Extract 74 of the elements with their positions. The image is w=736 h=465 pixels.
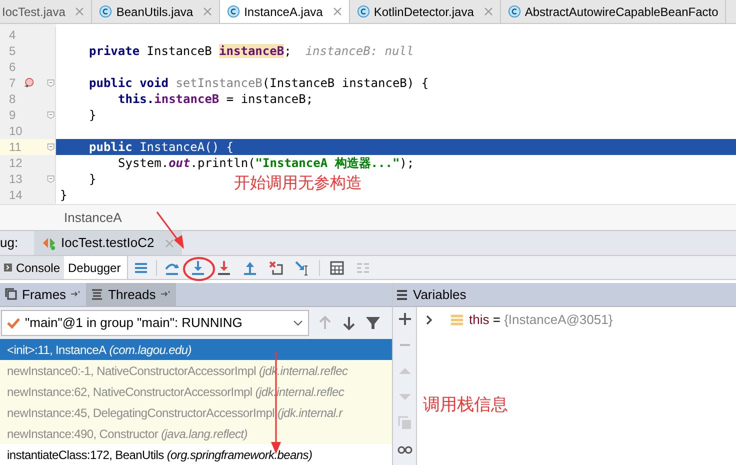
line-number: 5	[9, 43, 17, 60]
tab-label: InstanceA.java	[244, 4, 323, 20]
editor-tab[interactable]: InstanceA.java	[220, 0, 350, 23]
line-number: 4	[9, 27, 17, 44]
code-line: System.out.println("InstanceA 构造器...");	[117, 155, 414, 171]
console-icon	[4, 262, 12, 273]
code-line: }	[88, 171, 96, 187]
close-icon[interactable]	[203, 7, 212, 16]
line-number: 10	[9, 123, 24, 140]
session-tab[interactable]: IocTest.testIoC2	[34, 231, 182, 255]
check-icon	[7, 316, 20, 329]
thread-dropdown[interactable]: "main"@1 in group "main": RUNNING	[1, 310, 309, 336]
line-number: 8	[9, 91, 17, 108]
field-icon	[451, 314, 463, 326]
fold-icon[interactable]	[47, 174, 55, 184]
code-line: }	[59, 187, 68, 203]
code-line: this.instanceB = instanceB;	[117, 91, 314, 107]
step-out-icon[interactable]	[242, 260, 258, 276]
tab-label: AbstractAutowireCapableBeanFacto	[524, 4, 718, 20]
annotation-text: 开始调用无参构造	[234, 174, 362, 194]
tab-label: KotlinDetector.java	[374, 4, 474, 20]
fold-icon[interactable]	[47, 78, 55, 88]
chevron-down-icon	[293, 320, 303, 326]
close-icon[interactable]	[75, 7, 84, 16]
panel-title: Variables	[413, 286, 466, 304]
fold-icon[interactable]	[47, 110, 55, 120]
editor-tab[interactable]: IocTest.java	[0, 0, 92, 23]
drop-frame-icon[interactable]	[268, 260, 284, 276]
annotation-circle	[183, 257, 215, 281]
code-line: public void setInstanceB(InstanceB instanceB) {	[88, 75, 429, 91]
code-line: private InstanceB instanceB; instanceB: null	[88, 43, 414, 59]
line-number: 6	[9, 59, 17, 76]
add-icon[interactable]	[396, 311, 412, 327]
thread-label: "main"@1 in group "main": RUNNING	[25, 314, 242, 332]
variables-icon	[396, 288, 408, 300]
close-icon[interactable]	[332, 7, 342, 16]
debugger-tab[interactable]: Console	[0, 256, 64, 279]
class-icon	[227, 5, 240, 18]
filter-icon[interactable]	[365, 314, 381, 331]
class-icon	[99, 5, 112, 18]
line-number: 14	[9, 187, 24, 204]
method-marker-icon[interactable]	[24, 76, 34, 90]
close-icon[interactable]	[484, 7, 493, 16]
line-number: 11	[9, 139, 22, 156]
tab-label: BeanUtils.java	[116, 4, 194, 20]
code-line: }	[88, 107, 96, 123]
session-label: IocTest.testIoC2	[61, 234, 154, 252]
panel-tab[interactable]: Threads	[86, 283, 176, 306]
pin-icon[interactable]	[71, 290, 82, 298]
variable-entry: this = {InstanceA@3051}	[469, 311, 613, 330]
class-icon	[356, 5, 370, 18]
line-number: 12	[9, 155, 24, 172]
line-number: 9	[9, 107, 17, 124]
line-number: 13	[9, 171, 24, 188]
tab-label: IocTest.java	[2, 4, 66, 20]
stack-frame[interactable]: <init>:11, InstanceA (com.lagou.edu)	[0, 339, 392, 360]
debugger-tab[interactable]: Debugger	[64, 256, 128, 279]
class-icon	[508, 5, 521, 18]
debug-session-icon	[42, 236, 56, 250]
frames-icon	[5, 288, 17, 300]
annotation-arrow	[156, 212, 184, 249]
run-to-cursor-icon[interactable]	[294, 260, 310, 276]
calculator-icon[interactable]	[329, 260, 345, 276]
step-into-icon[interactable]	[190, 260, 206, 276]
breadcrumb[interactable]: InstanceA	[64, 208, 122, 228]
arrow-down-icon[interactable]	[341, 314, 357, 331]
debug-label: ug:	[0, 234, 20, 252]
chevron-right-icon[interactable]	[425, 315, 433, 325]
pin-icon[interactable]	[160, 290, 171, 298]
threads-icon	[91, 288, 104, 300]
annotation-text: 调用栈信息	[423, 394, 508, 416]
force-step-into-icon[interactable]	[216, 260, 232, 276]
fold-icon[interactable]	[47, 142, 55, 152]
line-number: 7	[9, 75, 17, 92]
